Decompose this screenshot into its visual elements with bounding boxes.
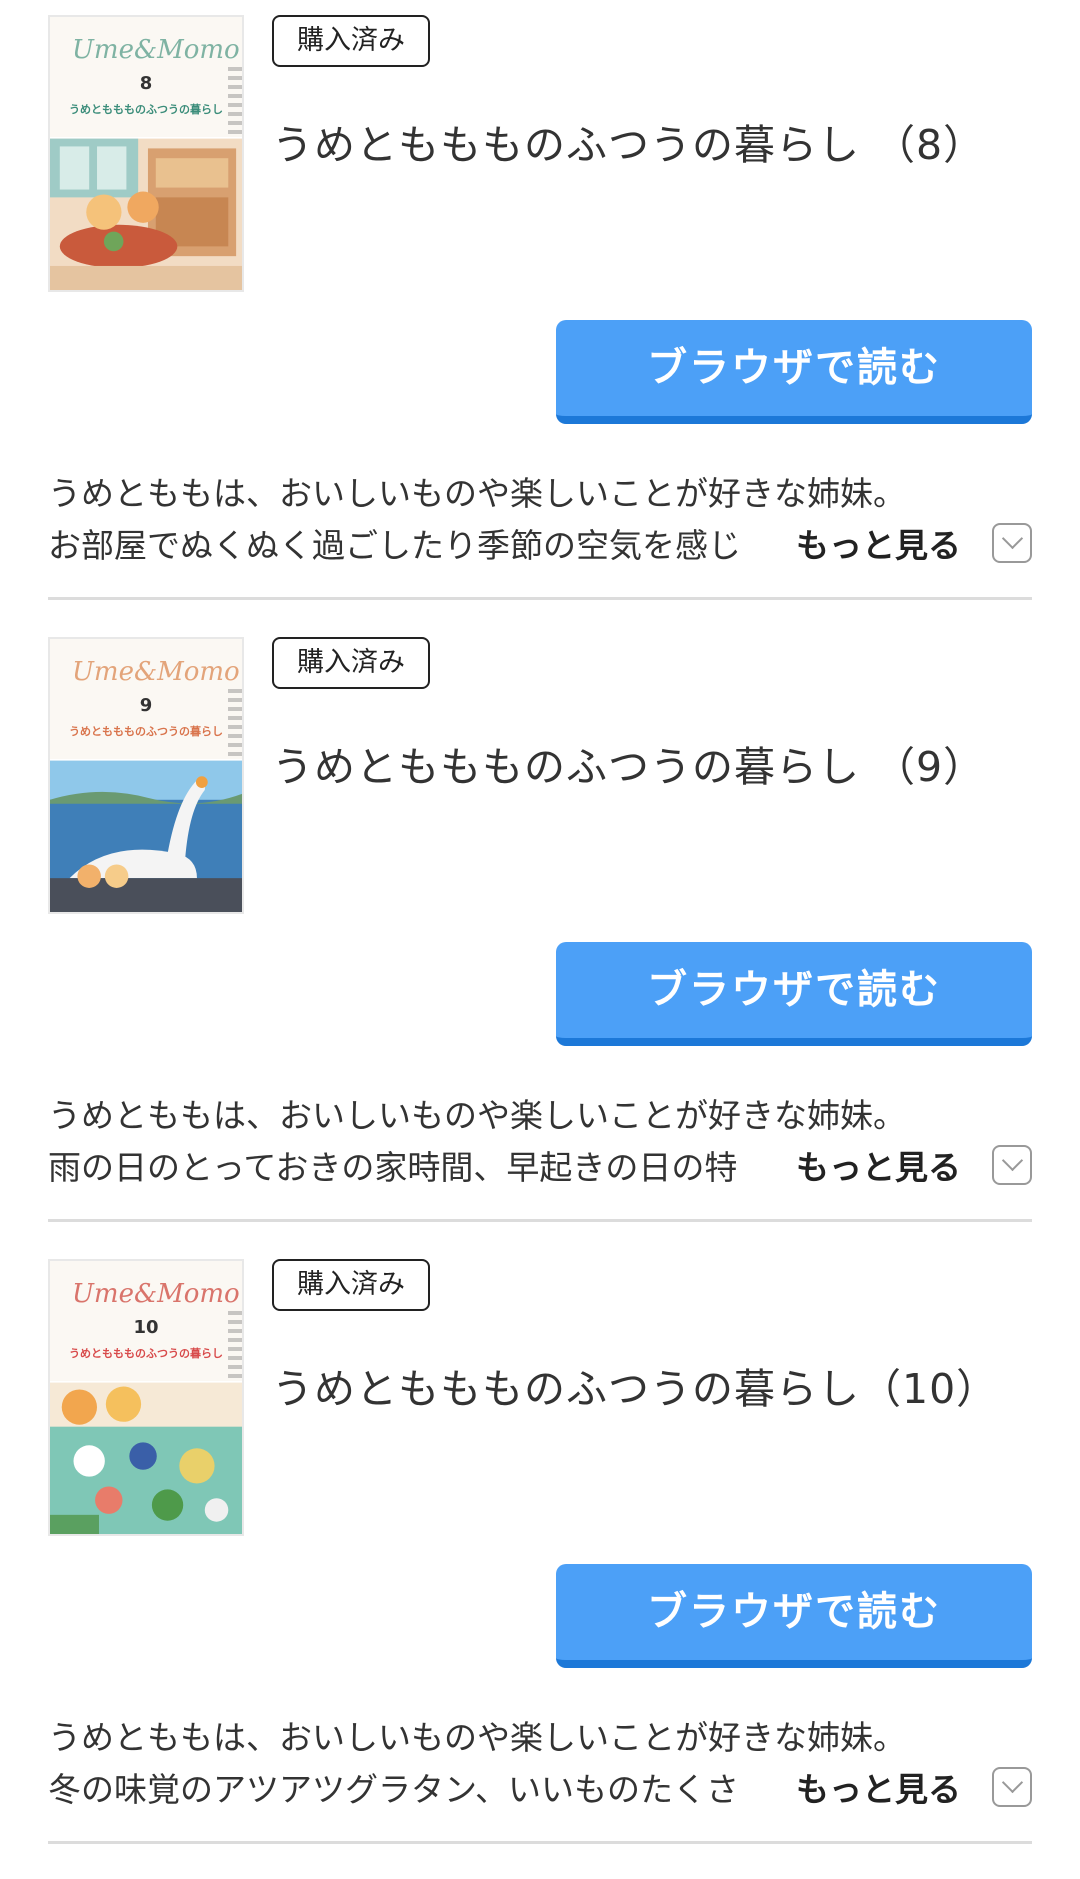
read-in-browser-button[interactable]: ブラウザで読む (556, 320, 1032, 424)
cover-volume-number: 10 (133, 1317, 159, 1338)
chevron-down-icon[interactable] (992, 523, 1032, 563)
chevron-down-icon[interactable] (992, 1145, 1032, 1185)
show-more-link[interactable]: もっと見る (796, 1141, 961, 1189)
description-line-2: お部屋でぬくぬく過ごしたり季節の空気を感じ (48, 526, 741, 565)
read-in-browser-button[interactable]: ブラウザで読む (556, 942, 1032, 1046)
description-line-2: 冬の味覚のアツアツグラタン、いいものたくさ (48, 1770, 740, 1809)
description-line-2: 雨の日のとっておきの家時間、早起きの日の特 (48, 1148, 738, 1187)
book-cover-image[interactable]: Ume&Momo 10 うめとももものふつうの暮らし (48, 1259, 244, 1536)
cover-logo: Ume&Momo (72, 657, 240, 687)
cover-spine-text (228, 1311, 242, 1381)
description-line-1: うめとももは、おいしいものや楽しいことが好きな姉妹。 (48, 1718, 906, 1757)
item-divider (48, 597, 1032, 600)
chevron-down-icon[interactable] (992, 1767, 1032, 1807)
cover-volume-number: 8 (139, 73, 153, 94)
book-cover-image[interactable]: Ume&Momo 8 うめとももものふつうの暮らし (48, 15, 244, 292)
read-in-browser-button[interactable]: ブラウザで読む (556, 1564, 1032, 1668)
item-divider (48, 1841, 1032, 1844)
book-item: Ume&Momo 8 うめとももものふつうの暮らし 購入済み うめとももものふつ… (48, 15, 1032, 635)
cover-volume-number: 9 (139, 695, 153, 716)
show-more-link[interactable]: もっと見る (796, 1763, 961, 1811)
cover-logo: Ume&Momo (72, 1279, 240, 1309)
cover-title: うめとももものふつうの暮らし (69, 1347, 223, 1360)
book-item: Ume&Momo 10 うめとももものふつうの暮らし 購入済み うめとももものふ… (48, 1259, 1032, 1879)
item-divider (48, 1219, 1032, 1222)
book-title[interactable]: うめとももものふつうの暮らし（10） (272, 1355, 998, 1415)
cover-illustration (50, 138, 242, 290)
book-item: Ume&Momo 9 うめとももものふつうの暮らし 購入済み うめとももものふつ… (48, 637, 1032, 1257)
purchased-badge: 購入済み (272, 15, 430, 67)
cover-spine-text (228, 67, 242, 137)
cover-spine-text (228, 689, 242, 759)
cover-title: うめとももものふつうの暮らし (69, 103, 223, 116)
purchased-badge: 購入済み (272, 1259, 430, 1311)
cover-title: うめとももものふつうの暮らし (69, 725, 223, 738)
description-line-1: うめとももは、おいしいものや楽しいことが好きな姉妹。 (48, 474, 906, 513)
book-title[interactable]: うめとももものふつうの暮らし （9） (272, 733, 985, 793)
cover-logo: Ume&Momo (72, 35, 240, 65)
cover-illustration (50, 760, 242, 912)
book-cover-image[interactable]: Ume&Momo 9 うめとももものふつうの暮らし (48, 637, 244, 914)
book-title[interactable]: うめとももものふつうの暮らし （8） (272, 111, 985, 171)
cover-illustration (50, 1382, 242, 1534)
description-line-1: うめとももは、おいしいものや楽しいことが好きな姉妹。 (48, 1096, 906, 1135)
show-more-link[interactable]: もっと見る (796, 519, 961, 567)
purchased-badge: 購入済み (272, 637, 430, 689)
